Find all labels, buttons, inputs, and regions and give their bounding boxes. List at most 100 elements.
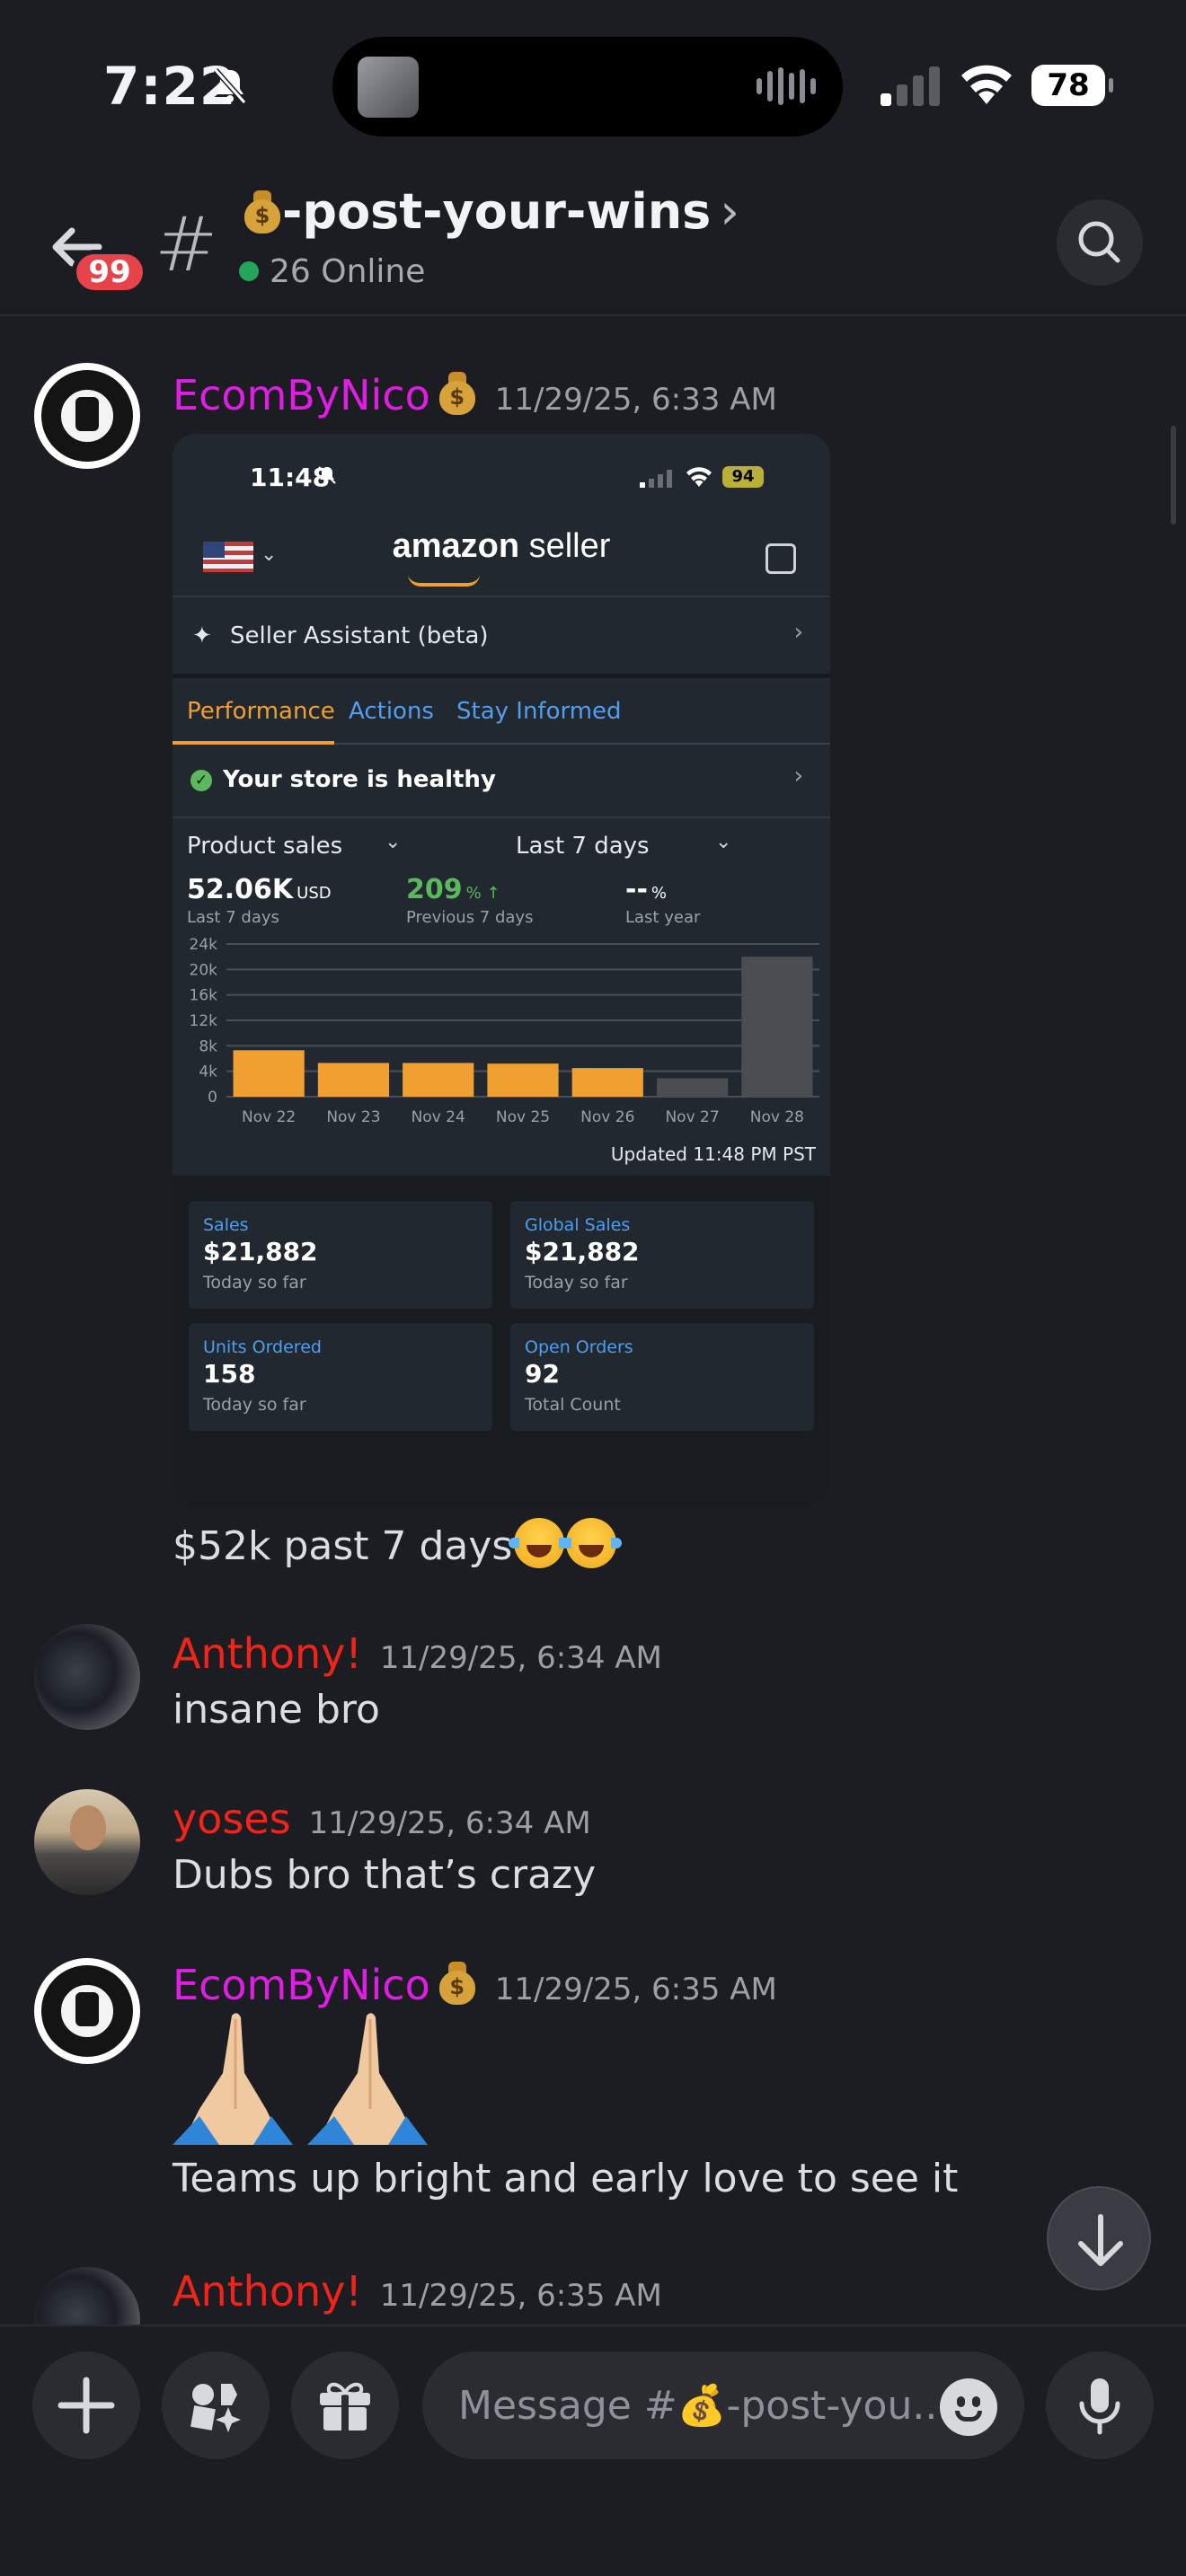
message-text: Teams up bright and early love to see it (173, 2156, 959, 2201)
message-timestamp: 11/29/25, 6:35 AM (494, 1972, 777, 2007)
money-bag-icon: $ (438, 1960, 477, 2005)
message-text: insane bro (173, 1687, 380, 1733)
message-author[interactable]: EcomByNico $11/29/25, 6:35 AM (173, 1960, 777, 2009)
x-tick-label: Nov 28 (750, 1108, 804, 1126)
y-tick-label: 8k (199, 1037, 217, 1055)
bar (403, 1063, 474, 1097)
y-tick-label: 24k (190, 936, 218, 954)
kpi-value: 209% ↑ (406, 874, 500, 905)
bar (571, 1068, 643, 1097)
kpi-label: Previous 7 days (406, 908, 534, 927)
jump-to-latest-button[interactable] (1047, 2186, 1151, 2290)
bell-muted-icon (318, 466, 336, 484)
bar (487, 1063, 559, 1097)
bar (317, 1063, 390, 1097)
chevron-right-icon: › (720, 183, 739, 240)
tab-stay-informed: Stay Informed (456, 698, 622, 725)
bar (233, 1050, 305, 1097)
y-tick-label: 16k (190, 987, 218, 1005)
message-text: $52k past 7 days (173, 1518, 623, 1569)
chevron-down-icon: ⌄ (385, 831, 402, 853)
updated-label: Updated 11:48 PM PST (610, 1143, 816, 1165)
folded-hands-icon (173, 2013, 428, 2145)
gift-button[interactable] (291, 2351, 399, 2459)
kpi-value: 52.06K USD (187, 874, 332, 905)
y-tick-label: 12k (190, 1012, 218, 1030)
money-bag-icon: $ (243, 189, 282, 234)
search-icon (1078, 221, 1120, 263)
battery-indicator: 78 (1031, 65, 1113, 106)
add-attachment-button[interactable] (32, 2351, 140, 2459)
message-author[interactable]: yoses 11/29/25, 6:34 AM (173, 1795, 591, 1843)
laughing-tears-icon (509, 1518, 571, 1568)
microphone-icon (1079, 2378, 1120, 2435)
message-item: Anthony! 11/29/25, 6:35 AM (0, 2267, 1186, 2325)
seller-assistant-row: ✦ Seller Assistant (beta) › (173, 597, 830, 678)
x-tick-label: Nov 22 (242, 1108, 296, 1126)
y-tick-label: 20k (190, 961, 218, 979)
embedded-tabs: Performance Actions Stay Informed (173, 678, 830, 745)
tab-performance: Performance (187, 698, 335, 725)
message-author[interactable]: EcomByNico $11/29/25, 6:33 AM (173, 370, 777, 419)
message-timestamp: 11/29/25, 6:33 AM (494, 382, 777, 418)
cell-signal-icon (881, 66, 940, 106)
avatar[interactable] (34, 2267, 140, 2325)
summary-cards: Sales $21,882 Today so far Global Sales … (173, 1176, 830, 1506)
plus-icon (58, 2377, 115, 2434)
message-text: Dubs bro that’s crazy (173, 1852, 597, 1898)
message-author[interactable]: Anthony! 11/29/25, 6:35 AM (173, 2267, 662, 2316)
channel-name: -post-your-wins (282, 183, 712, 240)
avatar[interactable] (34, 1624, 140, 1730)
chevron-right-icon: › (793, 619, 803, 646)
chevron-down-icon: ⌄ (715, 831, 732, 853)
summary-card: Global Sales $21,882 Today so far (510, 1201, 814, 1309)
apps-icon (190, 2384, 241, 2432)
money-bag-icon: $ (438, 370, 477, 415)
summary-card: Sales $21,882 Today so far (189, 1201, 492, 1309)
status-bar: 7:22 78 (0, 0, 1186, 171)
x-tick-label: Nov 24 (412, 1108, 465, 1126)
arrow-down-icon (1078, 2214, 1123, 2266)
avatar[interactable] (34, 363, 140, 469)
hash-icon: # (155, 200, 218, 288)
avatar[interactable] (34, 1789, 140, 1895)
dynamic-island[interactable] (332, 37, 843, 137)
embedded-status-bar: 11:48 94 (173, 434, 830, 507)
emoji-button[interactable] (940, 2378, 997, 2436)
metric-select: Product sales (187, 833, 343, 860)
online-dot-icon (239, 261, 259, 281)
amazon-seller-logo: amazon seller (392, 527, 611, 565)
channel-header: 99 # $ -post-your-wins › 26 Online (0, 171, 1186, 316)
search-button[interactable] (1057, 199, 1143, 286)
voice-message-button[interactable] (1046, 2351, 1154, 2459)
scan-icon (766, 543, 796, 574)
message-image-attachment[interactable]: 11:48 94 ⌄ amazon seller ✦ Seller Assist… (173, 434, 830, 1506)
message-timestamp: 11/29/25, 6:34 AM (308, 1805, 591, 1841)
album-art-icon (358, 57, 419, 118)
audio-wave-icon (757, 67, 816, 105)
laughing-tears-icon (561, 1518, 623, 1568)
tab-actions: Actions (349, 698, 434, 725)
avatar[interactable] (34, 1958, 140, 2064)
gift-icon (320, 2382, 370, 2430)
x-tick-label: Nov 27 (665, 1108, 719, 1126)
bar (741, 957, 813, 1097)
channel-title[interactable]: $ -post-your-wins › (243, 183, 739, 240)
bell-muted-icon (213, 68, 247, 104)
message-input-placeholder: Message #💰-post-you... (458, 2383, 951, 2429)
message-author[interactable]: Anthony! 11/29/25, 6:34 AM (173, 1629, 662, 1678)
scrollbar[interactable] (1171, 426, 1176, 525)
message-input[interactable]: Message #💰-post-you... (422, 2351, 1024, 2459)
sales-bar-chart: 0 4k 8k 12k 16k 20k 24k Nov 22 Nov 23 Nov 24 Nov 2… (190, 936, 819, 1126)
wifi-icon (686, 467, 712, 487)
y-tick-label: 4k (199, 1063, 217, 1081)
chevron-right-icon: › (793, 763, 803, 790)
apps-button[interactable] (162, 2351, 270, 2459)
cell-signal-icon (640, 470, 672, 488)
message-timestamp: 11/29/25, 6:35 AM (379, 2278, 662, 2314)
embedded-nav: ⌄ amazon seller (173, 507, 830, 597)
embedded-battery: 94 (722, 466, 764, 488)
online-count: 26 Online (239, 253, 425, 290)
y-tick-label: 0 (208, 1089, 217, 1107)
summary-card: Units Ordered 158 Today so far (189, 1323, 492, 1431)
